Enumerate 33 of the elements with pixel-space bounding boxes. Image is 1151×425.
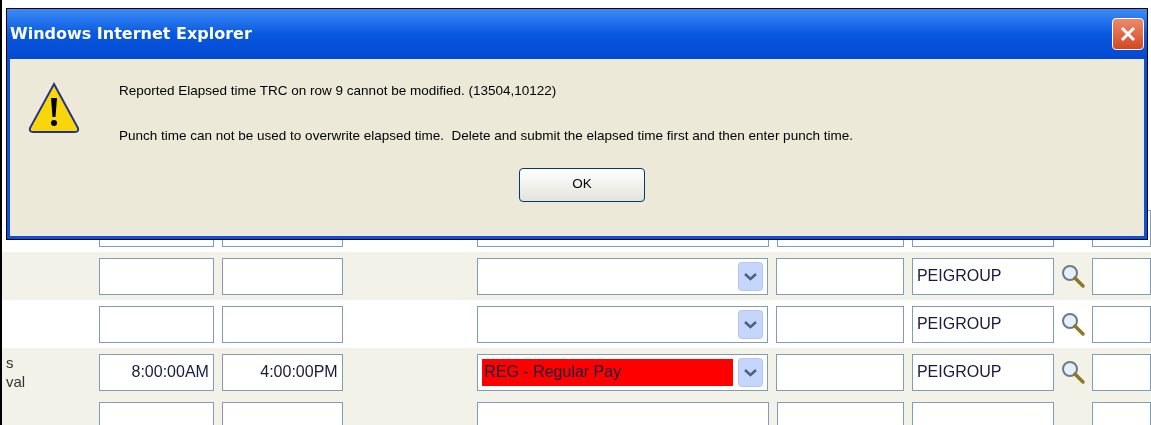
group-field[interactable]: PEIGROUP <box>911 257 1054 295</box>
in-time-field[interactable]: 8:00:00AM <box>99 353 214 391</box>
group-field[interactable]: PEIGROUP <box>911 353 1054 391</box>
trc-dropdown[interactable] <box>477 257 769 295</box>
chevron-down-icon <box>738 261 764 291</box>
input-field[interactable] <box>1091 305 1151 343</box>
chevron-down-icon <box>738 357 764 387</box>
input-field[interactable] <box>776 353 904 391</box>
out-time-field[interactable]: 4:00:00PM <box>221 353 343 391</box>
in-time-field[interactable] <box>99 257 214 295</box>
close-icon <box>1119 25 1137 43</box>
trc-dropdown[interactable] <box>477 305 769 343</box>
group-field[interactable]: PEIGROUP <box>911 305 1054 343</box>
trc-dropdown[interactable]: REG - Regular Pay <box>477 353 769 391</box>
window-title: Windows Internet Explorer <box>10 23 252 45</box>
search-icon[interactable] <box>1059 263 1086 289</box>
out-time-field[interactable] <box>221 257 343 295</box>
row-label: s <box>6 353 15 372</box>
input-field[interactable] <box>776 305 904 343</box>
close-button[interactable] <box>1112 18 1144 50</box>
input-field[interactable] <box>1091 353 1151 391</box>
input-field[interactable] <box>776 257 904 295</box>
message-text: Punch time can not be used to overwrite elapsed time. Delete and submit the elapsed time first and then enter punch time. <box>119 127 854 146</box>
out-time-field[interactable] <box>221 305 343 343</box>
in-time-field[interactable] <box>99 305 214 343</box>
row-label: val <box>6 372 27 391</box>
warning-icon <box>27 81 81 135</box>
search-icon[interactable] <box>1059 311 1086 337</box>
chevron-down-icon <box>738 309 764 339</box>
search-icon[interactable] <box>1059 359 1086 385</box>
input-field[interactable] <box>1091 257 1151 295</box>
message-text: Reported Elapsed time TRC on row 9 cannot be modified. (13504,10122) <box>119 82 558 100</box>
ok-button[interactable]: OK <box>519 167 645 202</box>
